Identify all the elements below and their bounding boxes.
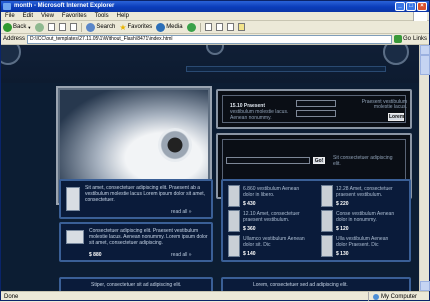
vertical-scrollbar[interactable] (419, 45, 430, 291)
read-all-link[interactable]: read all » (171, 252, 192, 258)
search-text: Sit consectetuer adipiscing elit. (333, 155, 393, 167)
bottom-card-text: Lorem, consectetuer sed ad adipiscing el… (253, 282, 348, 288)
menu-favorites[interactable]: Favorites (62, 12, 87, 20)
product-item[interactable]: Ulla vestibulum Aenean dolor Praesent. D… (321, 235, 401, 259)
browser-window: month - Microsoft Internet Explorer _ □ … (0, 0, 430, 301)
toolbar-separator (199, 22, 201, 32)
search-go-button[interactable]: Go! (313, 157, 325, 164)
card-price: $ 880 (89, 252, 102, 258)
login-panel: 15.10 Praesent vestibulum molestie lacus… (216, 89, 412, 129)
search-input[interactable] (226, 157, 310, 164)
computer-icon (373, 293, 379, 300)
product-item[interactable]: Conse vestibulum Aenean dolor in nonummy… (321, 210, 401, 234)
edit-icon[interactable] (226, 23, 234, 31)
ie-icon (3, 3, 11, 10)
folder-icon[interactable] (237, 23, 245, 31)
product-image (228, 235, 240, 257)
minimize-button[interactable]: _ (395, 2, 405, 11)
menu-edit[interactable]: Edit (23, 12, 33, 20)
security-zone: My Computer (368, 292, 426, 301)
go-button[interactable]: Go (393, 35, 411, 43)
products-panel: 6.860 vestibulum Aenean dolor in libero.… (221, 179, 411, 262)
product-image (321, 235, 333, 257)
mail-icon[interactable] (204, 23, 212, 31)
toolbar-separator (81, 22, 83, 32)
media-button[interactable]: Media (156, 22, 183, 32)
status-bar: Done My Computer (1, 291, 429, 301)
address-input[interactable]: D:\ICC\out_templates\27.11.05\1\Without_… (27, 34, 392, 44)
home-icon[interactable] (70, 23, 78, 31)
news-card: Consectetuer adipiscing elit. Praesent v… (59, 222, 213, 262)
stop-icon[interactable] (48, 23, 56, 31)
phone-thumbnail (66, 187, 80, 211)
scroll-up-arrow[interactable] (420, 45, 430, 55)
read-all-link[interactable]: read all » (171, 209, 192, 215)
address-label: Address (3, 36, 26, 42)
forward-button[interactable] (35, 22, 45, 32)
login-field-1[interactable] (296, 100, 336, 107)
scroll-thumb[interactable] (420, 55, 430, 75)
back-arrow-icon (3, 22, 12, 32)
login-button[interactable]: Lorem (388, 113, 404, 121)
login-right-text: Praesent vestibulum molestie lacus. (361, 99, 407, 110)
favorites-button[interactable]: ★ Favorites (119, 23, 152, 32)
search-button[interactable]: Search (86, 22, 115, 32)
star-icon: ★ (119, 22, 127, 32)
bottom-card-text: Stiper, consectetuer sit ad adipiscing e… (91, 282, 182, 288)
bottom-card: Stiper, consectetuer sit ad adipiscing e… (59, 277, 213, 291)
bottom-card: Lorem, consectetuer sed ad adipiscing el… (221, 277, 411, 291)
product-item[interactable]: 12.28 Amet, consectetuer praesent vestib… (321, 185, 401, 209)
card-text: Sit amet, consectetuer adipiscing elit. … (85, 185, 206, 203)
links-button[interactable]: Links (413, 36, 427, 42)
media-icon (156, 22, 166, 32)
product-item[interactable]: Ullamco vestibulum Aenean dolor sit. Dic… (228, 235, 308, 259)
close-button[interactable]: × (417, 2, 427, 11)
standard-toolbar: Back ▼ Search ★ Favorites Media (1, 21, 429, 34)
menu-tools[interactable]: Tools (95, 12, 109, 20)
product-item[interactable]: 6.860 vestibulum Aenean dolor in libero.… (228, 185, 308, 209)
page-viewport: 15.10 Praesent vestibulum molestie lacus… (1, 45, 419, 291)
product-image (321, 210, 333, 232)
back-button[interactable]: Back ▼ (3, 22, 31, 32)
scroll-down-arrow[interactable] (420, 281, 430, 291)
windows-logo-icon (413, 12, 427, 21)
menu-view[interactable]: View (41, 12, 54, 20)
forward-arrow-icon (35, 22, 45, 32)
menu-file[interactable]: File (5, 12, 15, 20)
login-field-2[interactable] (296, 110, 336, 117)
header-bar (186, 66, 386, 72)
news-card: Sit amet, consectetuer adipiscing elit. … (59, 179, 213, 219)
refresh-icon[interactable] (59, 23, 67, 31)
product-image (321, 185, 333, 207)
print-icon[interactable] (215, 23, 223, 31)
product-image (228, 210, 240, 232)
card-text: Consectetuer adipiscing elit. Praesent v… (89, 228, 208, 246)
window-title: month - Microsoft Internet Explorer (14, 3, 115, 9)
history-icon[interactable] (186, 22, 196, 32)
status-text: Done (4, 294, 19, 300)
go-arrow-icon (393, 35, 402, 43)
maximize-button[interactable]: □ (406, 2, 416, 11)
product-item[interactable]: 12.10 Amet, consectetuer praesent vestib… (228, 210, 308, 234)
address-bar: Address D:\ICC\out_templates\27.11.05\1\… (1, 34, 429, 45)
menu-bar: File Edit View Favorites Tools Help (1, 12, 429, 21)
title-bar[interactable]: month - Microsoft Internet Explorer _ □ … (1, 1, 429, 12)
menu-help[interactable]: Help (117, 12, 129, 20)
product-image (228, 185, 240, 207)
search-icon (86, 22, 96, 32)
camera-thumbnail (66, 230, 84, 244)
login-text: 15.10 Praesent vestibulum molestie lacus… (230, 103, 289, 121)
camera-lens (158, 128, 192, 162)
